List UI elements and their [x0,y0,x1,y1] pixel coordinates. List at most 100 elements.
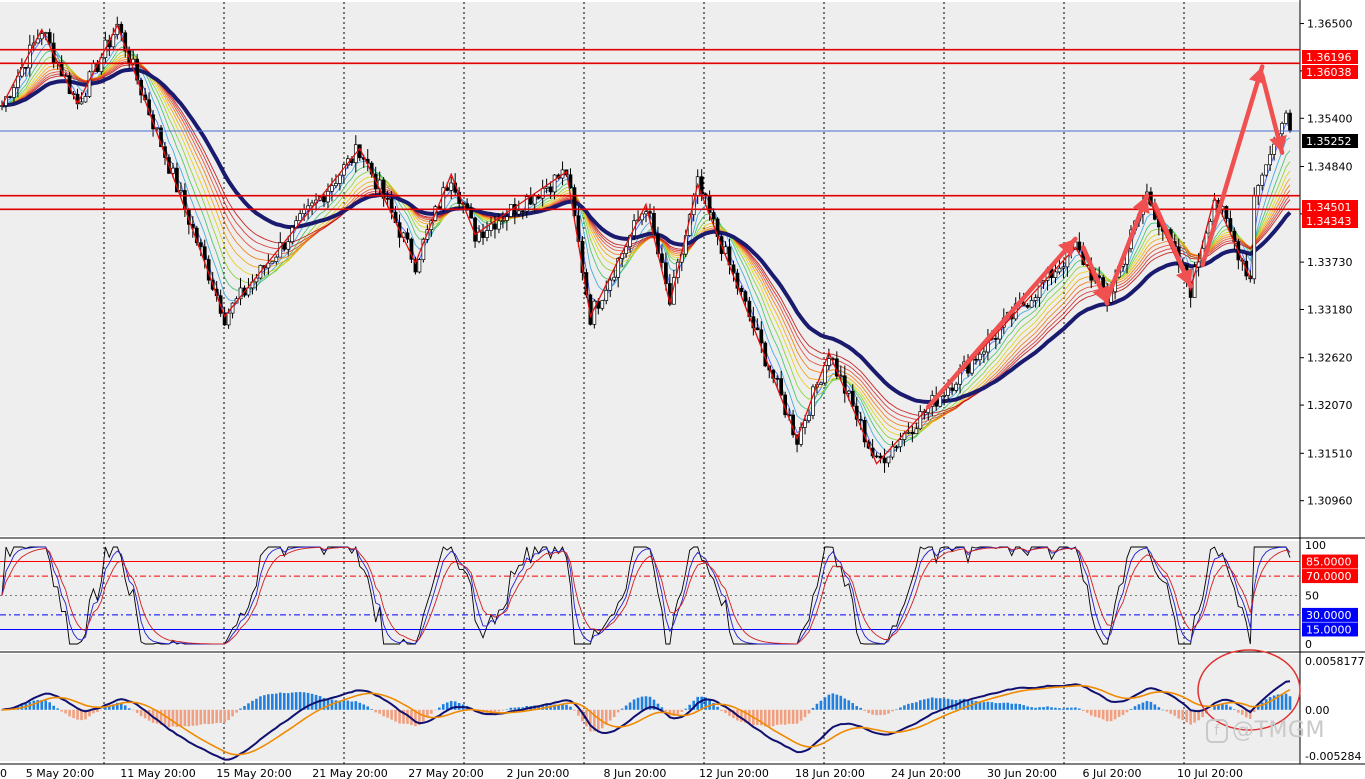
macd-histogram-bar [430,709,433,714]
candle-body [544,186,549,189]
candle-body [1224,206,1229,219]
candle-body [1252,195,1257,280]
macd-histogram-bar [1046,706,1049,710]
y-tick-label: 1.33730 [1307,256,1353,269]
macd-histogram-bar [843,698,847,710]
candle-body [505,216,509,221]
price-tag-label: 1.34501 [1306,201,1352,214]
candle-body [298,213,303,222]
macd-histogram-bar [1125,709,1129,713]
stochastic-y-tick: 0 [1305,638,1312,651]
macd-histogram-bar [1237,709,1240,713]
macd-histogram-bar [1225,704,1228,710]
macd-histogram-bar [1058,708,1061,710]
macd-histogram-bar [950,699,954,710]
candle-body [286,241,291,250]
macd-histogram-bar [286,693,290,710]
macd-histogram-bar [1042,707,1045,710]
candle-body [743,291,748,302]
macd-histogram-bar [290,692,294,710]
candle-body [846,390,851,394]
x-tick-label: 2 Jun 20:00 [507,767,570,779]
macd-histogram-bar [318,696,322,710]
macd-histogram-bar [938,698,942,710]
macd-histogram-bar [1113,709,1117,720]
candle-body [24,66,28,69]
candle-body [43,32,48,34]
x-tick-label: 18 Jun 20:00 [795,767,865,779]
macd-histogram-bar [1030,707,1033,710]
macd-histogram-bar [386,709,389,718]
macd-histogram-bar [68,709,71,717]
macd-histogram-bar [835,694,839,710]
macd-histogram-bar [76,709,79,720]
macd-histogram-bar [1185,709,1188,723]
candle-body [326,190,330,203]
macd-histogram-bar [1288,696,1292,710]
candle-body [604,289,609,301]
macd-histogram-bar [191,709,195,726]
macd-histogram-bar [445,702,449,710]
macd-histogram-bar [994,703,998,710]
candle-body [202,246,207,260]
macd-histogram-bar [887,709,890,714]
x-tick-label: 11 May 20:00 [120,767,195,779]
y-tick-label: 1.30960 [1307,495,1353,508]
candle-body [8,96,12,98]
candle-body [1268,154,1272,166]
macd-histogram-bar [342,700,346,710]
candle-body [648,211,652,214]
watermark-text: @TMGM [1232,718,1325,743]
macd-histogram-bar [1189,709,1192,725]
macd-histogram-bar [505,709,509,711]
macd-histogram-bar [96,709,99,713]
macd-histogram-bar [231,709,234,717]
macd-histogram-bar [767,709,771,727]
macd-histogram-bar [127,708,131,710]
macd-histogram-bar [803,709,807,718]
macd-histogram-bar [239,708,242,710]
macd-histogram-bar [271,693,274,710]
candle-body [807,415,811,421]
macd-histogram-bar [346,700,350,710]
macd-histogram-bar [219,709,222,723]
macd-histogram-bar [1050,707,1053,710]
candle-body [974,358,978,361]
macd-histogram-bar [199,709,203,725]
macd-histogram-bar [565,704,568,710]
candle-body [449,182,454,191]
watermark: f @TMGM [1206,718,1325,743]
macd-histogram-bar [1078,708,1081,710]
macd-histogram-bar [1074,707,1077,710]
price-tag-label: 1.36196 [1306,51,1352,64]
x-tick-label: 6 Jul 20:00 [1083,767,1142,779]
macd-histogram-bar [1145,701,1149,710]
candle-body [540,188,545,199]
candle-body [520,210,525,213]
macd-histogram-bar [1133,706,1137,710]
macd-histogram-bar [310,693,314,710]
macd-histogram-bar [370,709,374,710]
macd-histogram-bar [72,709,75,719]
candle-body [711,212,716,220]
macd-histogram-bar [1014,703,1018,710]
candle-body [1280,123,1284,135]
macd-histogram-bar [680,709,684,712]
macd-histogram-bar [982,702,986,710]
macd-histogram-bar [48,702,52,710]
macd-histogram-bar [437,707,441,710]
x-tick-label: 27 May 20:00 [408,767,483,779]
macd-histogram-bar [616,709,620,713]
macd-histogram-bar [1101,709,1105,720]
x-tick-label: 30 Jun 20:00 [987,767,1057,779]
macd-histogram-bar [1109,709,1113,722]
macd-histogram-bar [139,709,143,717]
macd-histogram-bar [1006,702,1010,710]
candle-body [274,256,279,262]
chart-area[interactable]: 5 May 20:00 11 May 20:00 15 May 20:00 21 Ma… [0,0,1365,779]
candle-body [1272,143,1276,155]
candle-body [755,327,760,331]
candle-body [405,232,410,240]
macd-histogram-bar [100,709,103,711]
candle-body [39,33,44,40]
